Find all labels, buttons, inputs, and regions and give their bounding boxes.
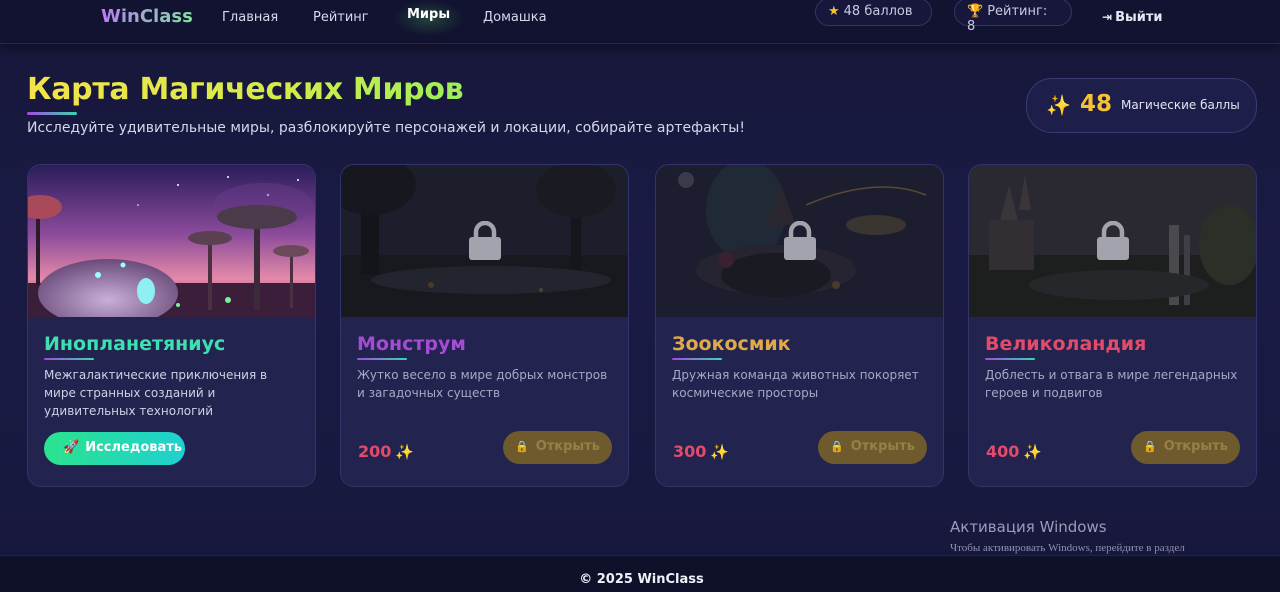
unlock-button[interactable]: 🔒 Открыть: [503, 431, 612, 464]
lock-icon: [469, 221, 501, 260]
lock-icon: [1097, 221, 1129, 260]
page-title: Карта Магических Миров: [27, 72, 464, 107]
star-icon: ★: [828, 4, 840, 19]
world-image-monsters: [341, 165, 628, 317]
page-subtitle: Исследуйте удивительные миры, разблокиру…: [27, 120, 745, 136]
logout-button[interactable]: ⇥ Выйти: [1102, 10, 1162, 25]
magic-points-value: 48: [1080, 91, 1113, 117]
world-image-heroes: [969, 165, 1256, 317]
sign-out-icon: ⇥: [1102, 10, 1113, 24]
world-title: Монструм: [357, 333, 466, 355]
lock-icon: [784, 221, 816, 260]
footer: © 2025 WinClass: [0, 555, 1280, 592]
trophy-icon: 🏆: [967, 4, 984, 19]
sparkles-icon: ✨: [1023, 443, 1043, 461]
unlock-button[interactable]: 🔒 Открыть: [818, 431, 927, 464]
world-title-underline: [44, 358, 94, 360]
world-title: Зоокосмик: [672, 333, 791, 355]
lock-icon: 🔒: [515, 440, 529, 453]
world-cost-value: 400: [986, 442, 1020, 461]
world-description: Межгалактические приключения в мире стра…: [44, 368, 268, 418]
points-pill: ★ 48 баллов: [815, 0, 932, 26]
world-card-inoplanetyanius: Инопланетяниус Межгалактические приключе…: [27, 164, 316, 487]
footer-copyright: © 2025 WinClass: [579, 572, 704, 587]
lock-icon: 🔒: [830, 440, 844, 453]
explore-button-label: Исследовать: [85, 440, 183, 455]
windows-activation-title: Активация Windows: [950, 518, 1107, 536]
world-image-alien: [28, 165, 315, 317]
rocket-icon: 🚀: [63, 440, 80, 455]
sparkles-icon: ✨: [710, 443, 730, 461]
nav-link-worlds[interactable]: Миры: [393, 0, 465, 36]
world-image-space-animals: [656, 165, 943, 317]
world-title-underline: [357, 358, 407, 360]
world-title: Великоландия: [985, 333, 1147, 355]
world-title-underline: [672, 358, 722, 360]
nav-link-homework[interactable]: Домашка: [483, 10, 547, 25]
unlock-button-label: Открыть: [1163, 439, 1228, 454]
world-title: Инопланетяниус: [44, 333, 226, 355]
magic-points-label: Магические баллы: [1121, 98, 1240, 112]
world-title-underline: [985, 358, 1035, 360]
sparkles-icon: ✨: [1046, 93, 1071, 117]
world-card-zookosmik: Зоокосмик Дружная команда животных покор…: [655, 164, 944, 487]
rating-pill: 🏆 Рейтинг: 8: [954, 0, 1072, 34]
top-navbar: WinClass Главная Рейтинг Миры Домашка ★ 4…: [0, 0, 1280, 44]
world-card-monstrum: Монструм Жутко весело в мире добрых монс…: [340, 164, 629, 487]
unlock-button[interactable]: 🔒 Открыть: [1131, 431, 1240, 464]
world-cost: 300 ✨: [673, 442, 729, 461]
world-description: Жутко весело в мире добрых монстров и за…: [357, 368, 608, 400]
world-cost: 400 ✨: [986, 442, 1042, 461]
world-card-velikolandiya: Великоландия Доблесть и отвага в мире ле…: [968, 164, 1257, 487]
lock-icon: 🔒: [1143, 440, 1157, 453]
unlock-button-label: Открыть: [850, 439, 915, 454]
nav-link-rating[interactable]: Рейтинг: [313, 10, 369, 25]
unlock-button-label: Открыть: [535, 439, 600, 454]
nav-link-home[interactable]: Главная: [222, 10, 278, 25]
world-description: Доблесть и отвага в мире легендарных гер…: [985, 368, 1238, 400]
title-underline: [27, 112, 77, 115]
world-cost-value: 300: [673, 442, 707, 461]
world-description: Дружная команда животных покоряет космич…: [672, 368, 919, 400]
explore-button[interactable]: 🚀 Исследовать: [44, 432, 185, 465]
logout-label: Выйти: [1115, 10, 1163, 25]
world-cost: 200 ✨: [358, 442, 414, 461]
sparkles-icon: ✨: [395, 443, 415, 461]
logo[interactable]: WinClass: [101, 6, 193, 27]
world-cost-value: 200: [358, 442, 392, 461]
magic-points-box: ✨ 48 Магические баллы: [1026, 78, 1257, 133]
points-pill-label: 48 баллов: [843, 4, 913, 19]
